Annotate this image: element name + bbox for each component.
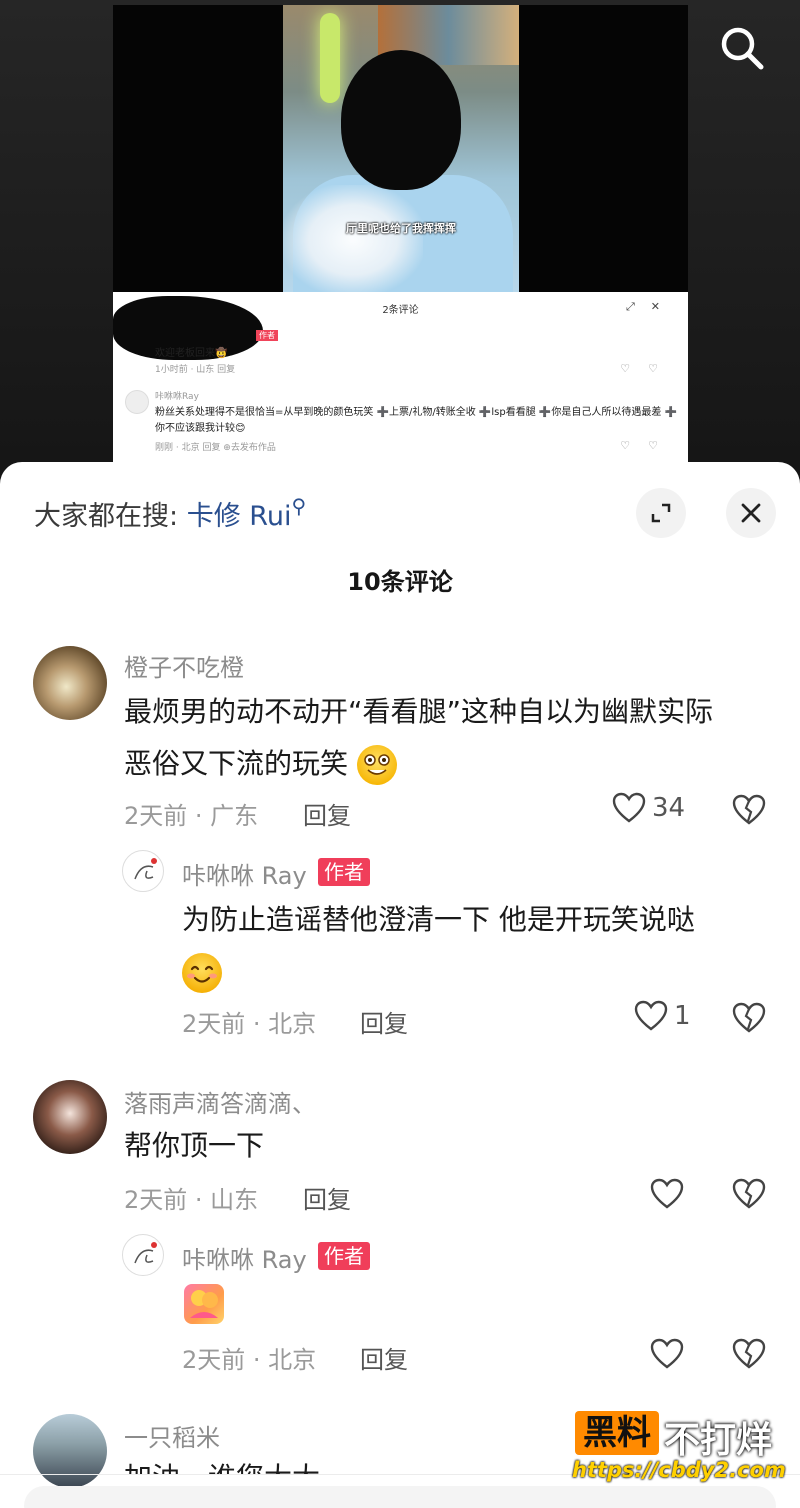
mini-comment-text: 欢迎老板回来🤠 bbox=[155, 348, 228, 359]
dislike-button[interactable] bbox=[732, 1178, 766, 1214]
search-icon[interactable] bbox=[716, 22, 768, 74]
reply-button[interactable]: 回复 bbox=[360, 1004, 408, 1039]
broken-heart-icon bbox=[732, 1002, 766, 1033]
like-count: 34 bbox=[652, 793, 686, 823]
comment-text bbox=[184, 1284, 224, 1324]
broken-heart-icon bbox=[732, 1178, 766, 1209]
comment-username[interactable]: 一只稻米 bbox=[124, 1418, 220, 1453]
comment-time-location: 2天前 · 北京 bbox=[182, 1346, 317, 1374]
avatar[interactable] bbox=[122, 850, 164, 892]
like-count: 1 bbox=[674, 1001, 691, 1031]
search-icon: ⚲ bbox=[291, 494, 307, 518]
comment-time-location: 2天前 · 山东 bbox=[124, 1186, 259, 1214]
comment-text: 加油，谁您大大 bbox=[124, 1452, 320, 1474]
broken-heart-icon bbox=[732, 794, 766, 825]
mini-comment-text: 粉丝关系处理得不是很恰当=从早到晚的颜色玩笑 ➕上票/礼物/转账全收 ➕lsp看… bbox=[155, 407, 677, 434]
mini-panel-icons: ⤢✕ bbox=[625, 300, 676, 313]
mini-avatar bbox=[125, 390, 149, 414]
like-button[interactable]: 1 bbox=[634, 1000, 691, 1032]
watermark-logo: 黑料 不打烊 https://cbdy2.com bbox=[572, 1408, 786, 1488]
comment-username[interactable]: 落雨声滴答滴滴、 bbox=[124, 1084, 316, 1119]
mini-comment-meta: 刚刚 · 北京 回复 ⊕去发布作品 bbox=[155, 443, 276, 453]
comment-text: 为防止造谣替他澄清一下 他是开玩笑说哒 bbox=[182, 894, 695, 998]
hot-search-keyword[interactable]: 卡修 Rui bbox=[187, 501, 292, 532]
comment-username[interactable]: 咔咻咻 Ray bbox=[182, 1240, 307, 1275]
comment-sheet: 大家都在搜: 卡修 Rui⚲ 10条评论 橙子不吃橙 最烦男的动不动开“看看腿”… bbox=[0, 462, 800, 1508]
reply-button[interactable]: 回复 bbox=[360, 1340, 408, 1375]
watermark-text: 不打烊 bbox=[664, 1420, 773, 1461]
author-tag: 作者 bbox=[318, 1242, 370, 1270]
comment-text-line bbox=[182, 946, 695, 998]
close-icon bbox=[741, 503, 761, 523]
mini-comment-username: 咔咻咻Ray bbox=[155, 392, 199, 402]
comment-text-span: 恶俗又下流的玩笑 bbox=[124, 747, 349, 780]
embedded-comment-screenshot: 2条评论 ⤢✕ 作者 欢迎老板回来🤠 1小时前 · 山东 回复 ♡♡ 咔咻咻Ra… bbox=[113, 292, 688, 467]
expand-button[interactable] bbox=[636, 488, 686, 538]
grin-emoji-icon bbox=[356, 745, 397, 785]
comment-time-location: 2天前 · 广东 bbox=[124, 802, 259, 830]
comment-username[interactable]: 咔咻咻 Ray bbox=[182, 856, 307, 891]
smile-emoji-icon bbox=[182, 953, 222, 993]
dislike-button[interactable] bbox=[732, 1338, 766, 1374]
dislike-button[interactable] bbox=[732, 794, 766, 830]
comment-text-line: 最烦男的动不动开“看看腿”这种自以为幽默实际 bbox=[124, 695, 714, 728]
mini-like-icons: ♡♡ bbox=[620, 362, 676, 375]
comment-input-bar[interactable] bbox=[24, 1486, 776, 1508]
like-button[interactable] bbox=[650, 1338, 684, 1370]
author-tag: 作者 bbox=[318, 858, 370, 886]
broken-heart-icon bbox=[732, 1338, 766, 1369]
heart-icon bbox=[650, 1178, 684, 1209]
reply-button[interactable]: 回复 bbox=[303, 1180, 351, 1215]
heart-icon bbox=[650, 1338, 684, 1369]
avatar[interactable] bbox=[33, 646, 107, 720]
comment-username[interactable]: 橙子不吃橙 bbox=[124, 648, 244, 683]
avatar[interactable] bbox=[122, 1234, 164, 1276]
lamp-light bbox=[320, 13, 340, 103]
comment-count-title: 10条评论 bbox=[347, 568, 453, 596]
heart-icon bbox=[612, 792, 646, 823]
dislike-button[interactable] bbox=[732, 1002, 766, 1038]
comment-text-line: 为防止造谣替他澄清一下 他是开玩笑说哒 bbox=[182, 903, 695, 936]
comment-text: 帮你顶一下 bbox=[124, 1129, 265, 1162]
watermark-box: 黑料 bbox=[575, 1411, 659, 1455]
video-caption: 厅里呢也给了我挥挥挥 bbox=[346, 222, 456, 235]
reply-button[interactable]: 回复 bbox=[303, 796, 351, 831]
video-thumbnail: 厅里呢也给了我挥挥挥 bbox=[283, 5, 519, 295]
avatar[interactable] bbox=[33, 1080, 107, 1154]
hot-search-prefix: 大家都在搜: bbox=[34, 501, 179, 532]
redacted-face bbox=[341, 50, 461, 190]
comment-text: 最烦男的动不动开“看看腿”这种自以为幽默实际 恶俗又下流的玩笑 bbox=[124, 686, 713, 790]
expand-icon bbox=[651, 503, 671, 523]
heart-icon bbox=[634, 1000, 668, 1031]
hot-search-bar[interactable]: 大家都在搜: 卡修 Rui⚲ bbox=[34, 494, 306, 533]
comment-time-location: 2天前 · 北京 bbox=[182, 1010, 317, 1038]
avatar[interactable] bbox=[33, 1414, 107, 1488]
like-button[interactable] bbox=[650, 1178, 684, 1210]
smoke-cloud bbox=[283, 185, 423, 295]
mini-comment-meta: 1小时前 · 山东 回复 bbox=[155, 365, 236, 375]
comment-text-line: 恶俗又下流的玩笑 bbox=[124, 738, 713, 790]
like-button[interactable]: 34 bbox=[612, 792, 685, 824]
mini-author-tag: 作者 bbox=[256, 330, 278, 341]
hug-emoji-icon bbox=[184, 1284, 224, 1324]
close-button[interactable] bbox=[726, 488, 776, 538]
mini-like-icons: ♡♡ bbox=[620, 439, 676, 452]
watermark-url: https://cbdy2.com bbox=[572, 1458, 786, 1482]
